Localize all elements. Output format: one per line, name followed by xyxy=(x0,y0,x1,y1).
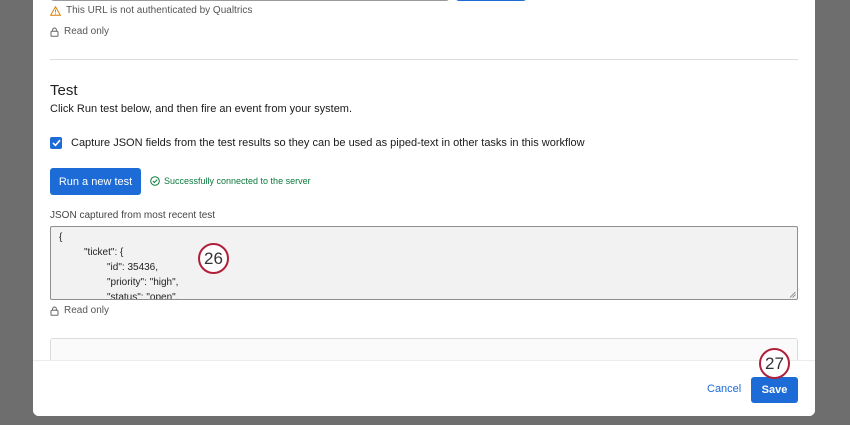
lock-icon xyxy=(50,306,59,316)
url-warning: This URL is not authenticated by Qualtri… xyxy=(50,5,252,16)
readonly-text: Read only xyxy=(64,305,110,316)
step-number-badge: 26 xyxy=(198,243,229,274)
checkmark-icon xyxy=(51,139,61,147)
json-line: "ticket": { xyxy=(84,247,124,258)
workflow-task-modal: This URL is not authenticated by Qualtri… xyxy=(33,0,815,416)
capture-json-label: Capture JSON fields from the test result… xyxy=(71,137,585,149)
json-readonly-note: Read only xyxy=(50,305,109,316)
capture-json-option[interactable]: Capture JSON fields from the test result… xyxy=(50,137,585,149)
url-input[interactable] xyxy=(50,0,450,1)
readonly-text: Read only xyxy=(64,26,110,37)
check-circle-icon xyxy=(150,176,160,186)
json-line: "status": "open", xyxy=(107,292,179,300)
capture-json-checkbox[interactable] xyxy=(50,137,62,149)
lock-icon xyxy=(50,27,59,37)
warning-icon xyxy=(50,5,61,16)
connection-status: Successfully connected to the server xyxy=(150,176,311,186)
step-number-badge: 27 xyxy=(759,348,790,379)
section-divider xyxy=(50,59,798,60)
cancel-button[interactable]: Cancel xyxy=(701,382,747,396)
json-line: "priority": "high", xyxy=(107,277,179,288)
url-warning-text: This URL is not authenticated by Qualtri… xyxy=(66,5,253,16)
json-line: { xyxy=(59,232,63,243)
json-captured-label: JSON captured from most recent test xyxy=(50,210,216,221)
resize-handle-icon[interactable] xyxy=(789,291,796,298)
json-line: "id": 35436, xyxy=(107,262,159,273)
run-new-test-button[interactable]: Run a new test xyxy=(50,168,141,195)
modal-footer: Cancel Save xyxy=(33,360,815,416)
url-action-button[interactable] xyxy=(455,0,527,1)
json-output-textarea[interactable]: { "ticket": { "id": 35436, "priority": "… xyxy=(50,226,798,300)
test-section-description: Click Run test below, and then fire an e… xyxy=(50,103,353,115)
url-readonly-note: Read only xyxy=(50,26,109,37)
connection-status-text: Successfully connected to the server xyxy=(164,176,311,186)
test-section-title: Test xyxy=(50,82,78,99)
save-button[interactable]: Save xyxy=(751,377,798,403)
